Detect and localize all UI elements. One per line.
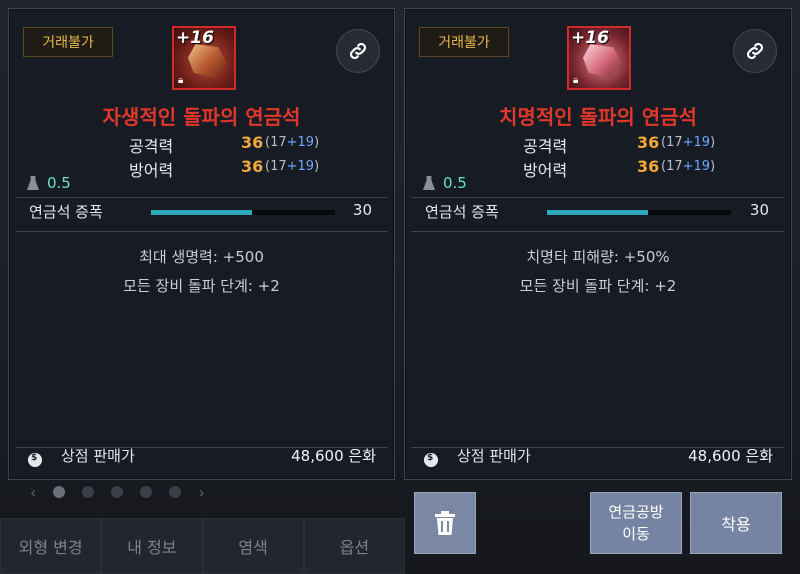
- equip-button[interactable]: 착용: [690, 492, 782, 554]
- money-bag-icon: [423, 447, 439, 467]
- divider: [15, 197, 388, 198]
- stat-label: 방어력: [523, 161, 568, 180]
- pager-dot: [140, 486, 153, 498]
- enhance-level: +16: [571, 28, 609, 48]
- discard-button[interactable]: [414, 492, 476, 554]
- alchemy-amplify-label: 연금석 증폭: [425, 203, 499, 221]
- alchemy-amplify-label: 연금석 증폭: [29, 203, 103, 221]
- alchemy-progress-fill: [151, 210, 253, 215]
- item-icon: +16 🔒︎: [567, 26, 631, 90]
- effect-line: 최대 생명력: +500: [139, 248, 264, 266]
- alchemy-amplify-row: 연금석 증폭 30: [9, 201, 394, 227]
- pager-next-icon: ›: [198, 482, 205, 502]
- enhance-level: +16: [176, 28, 214, 48]
- stat-label: 방어력: [129, 161, 174, 180]
- divider: [15, 231, 388, 232]
- nav-dye-button: 염색: [202, 518, 304, 574]
- stat-value: 36: [241, 133, 264, 152]
- stat-value: 36: [241, 157, 264, 176]
- shop-price-row: 상점 판매가 48,600 은화: [405, 445, 791, 471]
- shop-price-value: 48,600 은화: [291, 447, 376, 465]
- trash-icon: [435, 511, 455, 535]
- pager-dot: [169, 486, 182, 498]
- pager-dot: [111, 486, 124, 498]
- item-icon: +16 🔒︎: [172, 26, 236, 90]
- item-weight: 0.5: [423, 174, 467, 192]
- divider: [411, 231, 785, 232]
- link-button[interactable]: [336, 29, 380, 73]
- go-to-alchemy-button[interactable]: 연금공방 이동: [590, 492, 682, 554]
- lock-icon: 🔒︎: [178, 75, 184, 86]
- alchemy-progress-fill: [547, 210, 649, 215]
- item-tooltip-right: 거래불가 +16 🔒︎ 치명적인 돌파의 연금석 공격력 36 (17+19) …: [404, 8, 792, 480]
- shop-price-value: 48,600 은화: [688, 447, 773, 465]
- shop-price-label: 상점 판매가: [457, 447, 531, 465]
- weight-value: 0.5: [443, 174, 467, 192]
- alchemy-stone-icon: [188, 44, 226, 78]
- alchemy-amplify-row: 연금석 증폭 30: [405, 201, 791, 227]
- lock-icon: 🔒︎: [573, 75, 579, 86]
- trade-restriction-badge: 거래불가: [23, 27, 113, 57]
- link-icon: [746, 42, 764, 60]
- effect-line: 치명타 피해량: +50%: [526, 248, 670, 266]
- stat-value: 36: [637, 133, 660, 152]
- stat-breakdown: (17+19): [661, 135, 716, 150]
- alchemy-progress-bar: [151, 210, 335, 215]
- link-button[interactable]: [733, 29, 777, 73]
- stat-attack: 공격력 36 (17+19): [9, 133, 394, 157]
- nav-options-button: 옵션: [303, 518, 405, 574]
- button-label: 이동: [622, 525, 650, 543]
- alchemy-progress-bar: [547, 210, 731, 215]
- background-nav: 외형 변경 내 정보 염색 옵션: [0, 518, 405, 574]
- stat-breakdown: (17+19): [265, 135, 320, 150]
- item-name: 자생적인 돌파의 연금석: [102, 105, 301, 129]
- background-pager: ‹ ›: [30, 482, 260, 502]
- nav-appearance-button: 외형 변경: [0, 518, 102, 574]
- stat-breakdown: (17+19): [265, 159, 320, 174]
- pager-dot: [53, 486, 66, 498]
- shop-price-label: 상점 판매가: [61, 447, 135, 465]
- shop-price-row: 상점 판매가 48,600 은화: [9, 445, 394, 471]
- button-label: 연금공방: [608, 503, 664, 521]
- weight-icon: [27, 176, 39, 190]
- effect-line: 모든 장비 돌파 단계: +2: [123, 277, 280, 295]
- alchemy-amplify-value: 30: [749, 201, 769, 219]
- link-icon: [349, 42, 367, 60]
- nav-my-info-button: 내 정보: [101, 518, 203, 574]
- item-tooltip-left: 거래불가 +16 🔒︎ 자생적인 돌파의 연금석 공격력 36 (17+19) …: [8, 8, 395, 480]
- pager-prev-icon: ‹: [30, 482, 37, 502]
- stat-attack: 공격력 36 (17+19): [405, 133, 791, 157]
- alchemy-stone-icon: [583, 44, 621, 78]
- alchemy-amplify-value: 30: [352, 201, 372, 219]
- trade-restriction-badge: 거래불가: [419, 27, 509, 57]
- divider: [411, 197, 785, 198]
- pager-dot: [82, 486, 95, 498]
- stat-label: 공격력: [129, 137, 174, 156]
- item-weight: 0.5: [27, 174, 71, 192]
- effect-line: 모든 장비 돌파 단계: +2: [519, 277, 677, 295]
- money-bag-icon: [27, 447, 43, 467]
- stat-value: 36: [637, 157, 660, 176]
- stat-breakdown: (17+19): [661, 159, 716, 174]
- item-name: 치명적인 돌파의 연금석: [499, 105, 697, 129]
- stat-label: 공격력: [523, 137, 568, 156]
- weight-icon: [423, 176, 435, 190]
- weight-value: 0.5: [47, 174, 71, 192]
